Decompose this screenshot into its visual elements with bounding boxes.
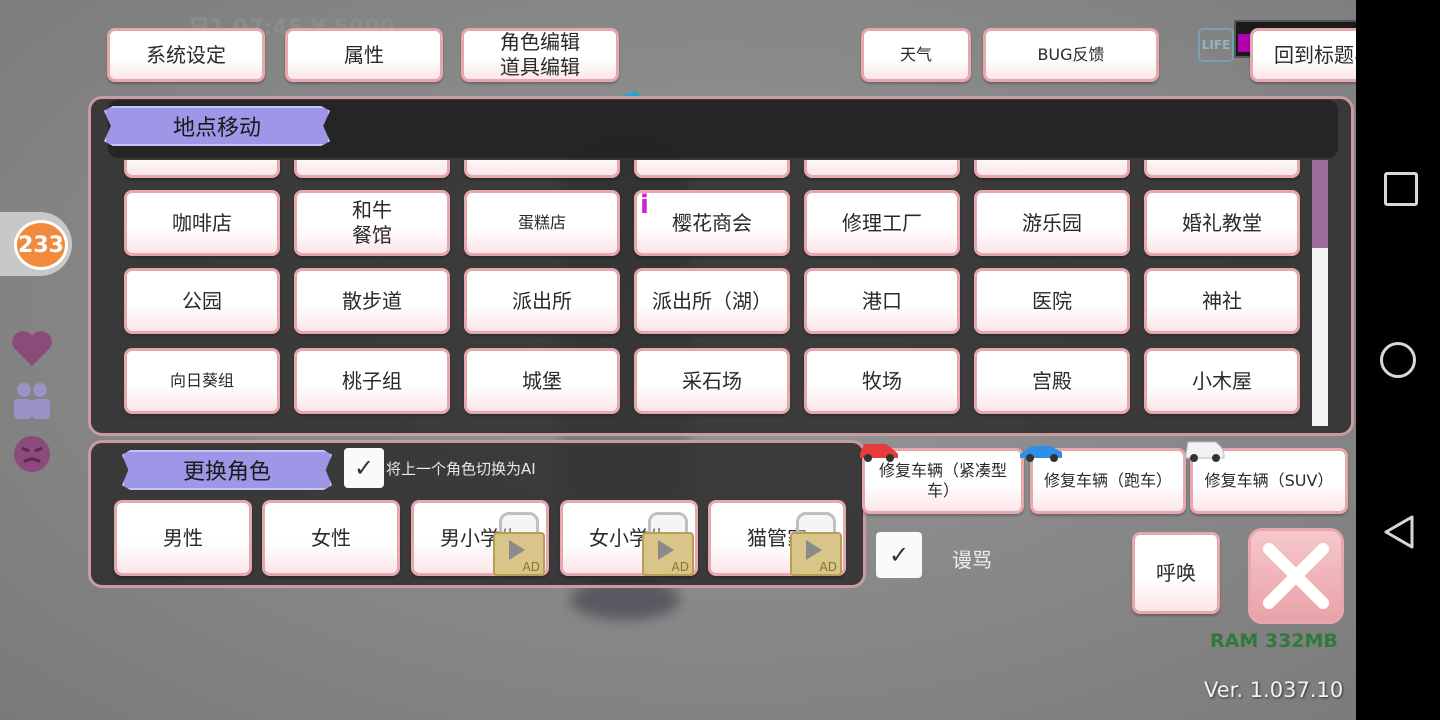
compact-car-icon <box>860 444 898 462</box>
weather-button[interactable]: 天气 <box>861 28 971 82</box>
attributes-button[interactable]: 属性 <box>285 28 443 82</box>
recents-button[interactable] <box>1384 172 1418 206</box>
location-button[interactable]: 修理工厂 <box>804 190 960 256</box>
location-button[interactable]: 小木屋 <box>1144 348 1300 414</box>
location-button[interactable] <box>1144 160 1300 178</box>
abuse-checkbox[interactable]: ✓ <box>876 532 922 578</box>
ai-switch-label: 将上一个角色切换为AI <box>386 460 536 478</box>
friends-icon[interactable] <box>10 380 54 420</box>
close-button[interactable] <box>1248 528 1344 624</box>
location-button[interactable] <box>124 160 280 178</box>
new-marker: i <box>640 190 649 220</box>
location-button[interactable]: 婚礼教堂 <box>1144 190 1300 256</box>
character-button[interactable]: 女性 <box>262 500 400 576</box>
suv-icon <box>1185 441 1225 462</box>
change-character-title: 更换角色 <box>122 450 332 490</box>
location-button[interactable]: 港口 <box>804 268 960 334</box>
location-button[interactable] <box>294 160 450 178</box>
abuse-label: 谩骂 <box>952 548 992 572</box>
location-button[interactable]: 宫殿 <box>974 348 1130 414</box>
location-scrollbar-thumb[interactable] <box>1312 160 1328 248</box>
location-button[interactable]: 向日葵组 <box>124 348 280 414</box>
sports-car-icon <box>1020 446 1062 462</box>
location-button[interactable]: 和牛 餐馆 <box>294 190 450 256</box>
location-button[interactable]: 城堡 <box>464 348 620 414</box>
back-button[interactable] <box>1382 514 1416 550</box>
summon-button[interactable]: 呼唤 <box>1132 532 1220 614</box>
location-button[interactable]: 神社 <box>1144 268 1300 334</box>
system-settings-button[interactable]: 系统设定 <box>107 28 265 82</box>
ad-label: AD <box>671 560 689 574</box>
location-button[interactable]: 公园 <box>124 268 280 334</box>
location-button[interactable]: 公寓 <box>804 160 960 178</box>
ram-readout: RAM 332MB <box>1210 630 1338 652</box>
location-button[interactable]: (小学生) <box>634 160 790 178</box>
watch-ad-icon[interactable]: AD <box>493 532 545 576</box>
ai-switch-checkbox[interactable]: ✓ <box>344 448 384 488</box>
edit-line-2: 道具编辑 <box>500 55 580 79</box>
location-button[interactable]: 樱花商会 <box>634 190 790 256</box>
location-grid-clip: (小学生)公寓 咖啡店和牛 餐馆蛋糕店樱花商会修理工厂游乐园婚礼教堂公园散步道派… <box>112 160 1312 428</box>
bug-report-button[interactable]: BUG反馈 <box>983 28 1159 82</box>
notification-badge[interactable]: 233 <box>14 220 68 270</box>
character-item-edit-button[interactable]: 角色编辑 道具编辑 <box>461 28 619 82</box>
location-button[interactable]: 散步道 <box>294 268 450 334</box>
ad-label: AD <box>819 560 837 574</box>
system-nav-bar <box>1356 0 1440 720</box>
character-button[interactable]: 男性 <box>114 500 252 576</box>
location-button[interactable]: 蛋糕店 <box>464 190 620 256</box>
watch-ad-icon[interactable]: AD <box>790 532 842 576</box>
location-button[interactable]: 游乐园 <box>974 190 1130 256</box>
location-panel-title: 地点移动 <box>104 106 330 146</box>
play-icon <box>806 540 822 560</box>
location-button[interactable] <box>974 160 1130 178</box>
location-button[interactable]: 派出所（湖） <box>634 268 790 334</box>
location-button[interactable]: 采石场 <box>634 348 790 414</box>
location-button[interactable]: 桃子组 <box>294 348 450 414</box>
life-icon: LIFE <box>1198 28 1234 62</box>
play-icon <box>509 540 525 560</box>
watch-ad-icon[interactable]: AD <box>642 532 694 576</box>
close-icon <box>1263 543 1329 609</box>
edit-line-1: 角色编辑 <box>500 30 580 54</box>
location-button[interactable] <box>464 160 620 178</box>
location-button[interactable]: 派出所 <box>464 268 620 334</box>
heart-icon[interactable] <box>10 328 54 368</box>
location-button[interactable]: 咖啡店 <box>124 190 280 256</box>
play-icon <box>658 540 674 560</box>
location-button[interactable]: 医院 <box>974 268 1130 334</box>
angry-face-icon[interactable] <box>10 434 54 474</box>
location-button[interactable]: 牧场 <box>804 348 960 414</box>
home-button[interactable] <box>1380 342 1416 378</box>
version-label: Ver. 1.037.10 <box>1204 678 1344 702</box>
location-scrollbar[interactable] <box>1312 160 1328 426</box>
ad-label: AD <box>522 560 540 574</box>
